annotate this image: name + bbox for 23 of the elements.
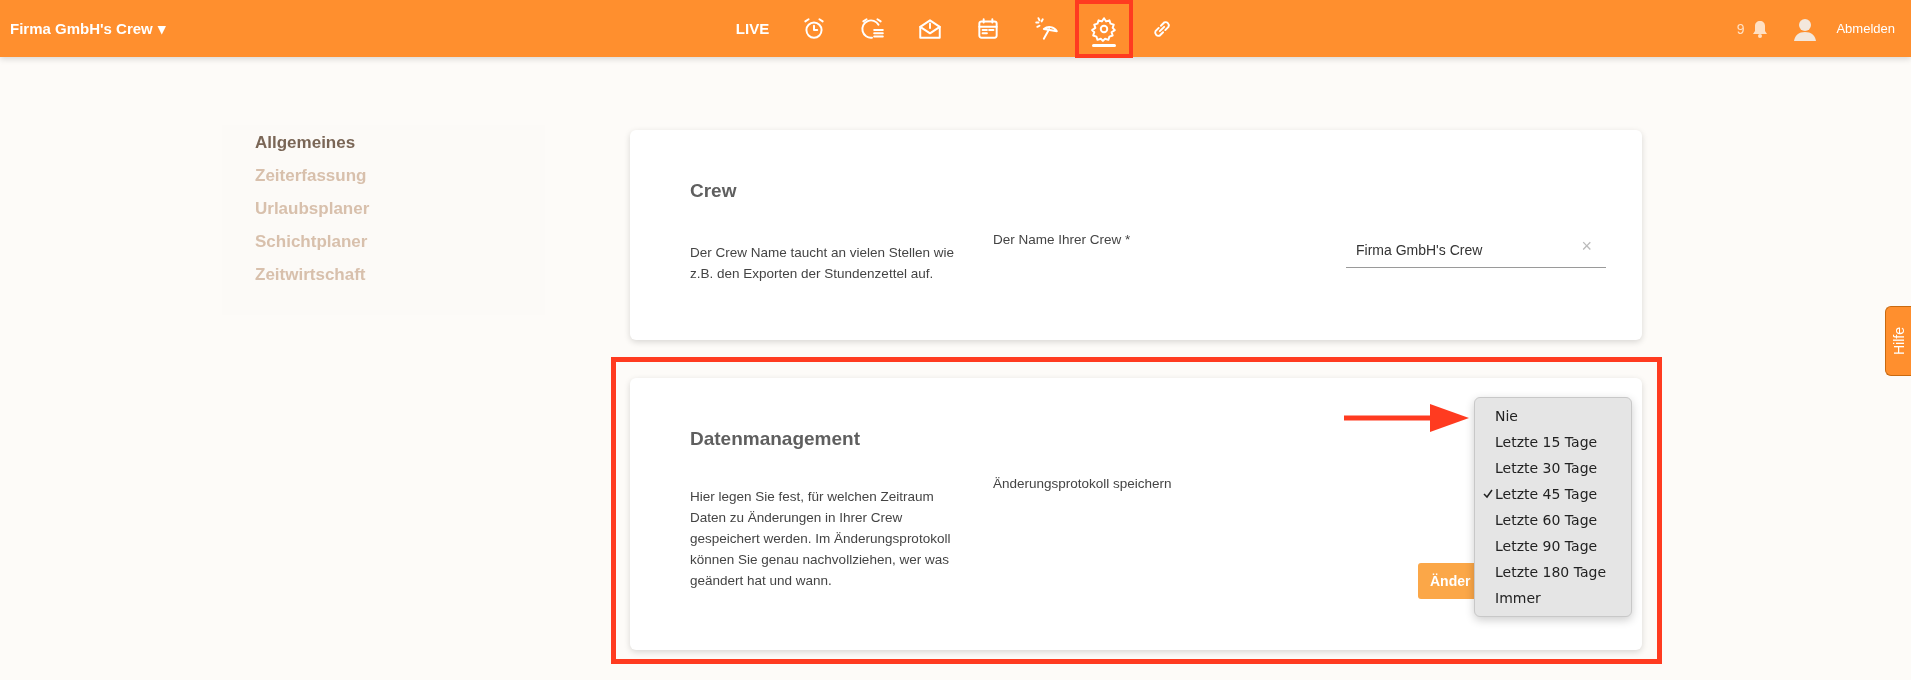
card-title: Crew	[690, 180, 737, 202]
notification-count: 9	[1736, 20, 1745, 37]
settings-icon	[1090, 15, 1117, 42]
dropdown-option[interactable]: Letzte 45 Tage	[1475, 481, 1631, 507]
crew-name-field[interactable]: Firma GmbH's Crew ×	[1346, 232, 1606, 268]
sidebar-item[interactable]: Allgemeines	[255, 133, 545, 153]
dropdown-option[interactable]: Letzte 15 Tage	[1475, 429, 1631, 455]
check-icon	[1483, 488, 1493, 499]
dropdown-option[interactable]: Letzte 30 Tage	[1475, 455, 1631, 481]
bell-icon[interactable]	[1752, 19, 1769, 38]
highlight-frame	[1074, 0, 1133, 58]
dropdown-option[interactable]: Letzte 180 Tage	[1475, 559, 1631, 585]
clock-list-icon	[858, 15, 885, 42]
field-label: Änderungsprotokoll speichern	[993, 476, 1173, 493]
dropdown-option[interactable]: Letzte 60 Tage	[1475, 507, 1631, 533]
avatar-icon[interactable]	[1794, 16, 1817, 41]
card-description: Hier legen Sie fest, für welchen Zeitraum Daten zu Änderungen in Ihrer Crew gespeichert werden. Im Änderungsprotokoll können Sie genau nachvollziehen, wer was geändert hat und wann.	[690, 488, 952, 590]
dropdown-option[interactable]: Immer	[1475, 585, 1631, 611]
dropdown-option[interactable]: Nie	[1475, 403, 1631, 429]
card-description: Der Crew Name taucht an vielen Stellen wie z.B. den Exporten der Stundenzettel auf.	[690, 244, 956, 283]
field-label: Der Name Ihrer Crew *	[993, 232, 1132, 249]
dropdown-option[interactable]: Letzte 90 Tage	[1475, 533, 1631, 559]
card-title: Datenmanagement	[690, 428, 860, 450]
